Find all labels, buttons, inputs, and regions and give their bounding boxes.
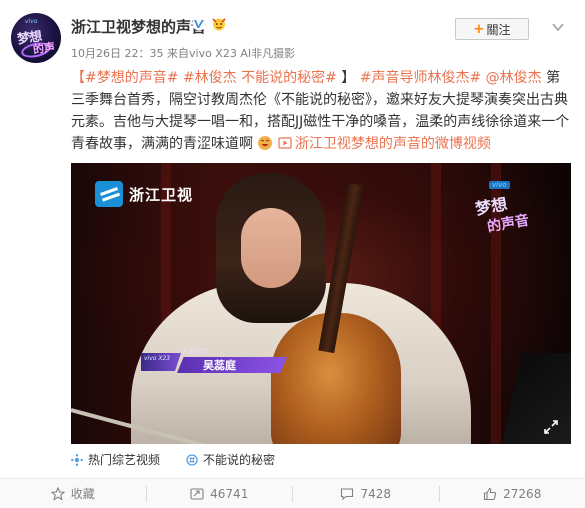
expand-icon[interactable] <box>543 419 559 435</box>
comment-icon <box>341 487 354 500</box>
video-player[interactable]: 浙江卫视 vivo 梦想 的声音 vivo X23 大提琴手 吴蕊庭 <box>71 163 571 444</box>
like-count: 27268 <box>503 486 542 501</box>
post-meta: 10月26日 22：35 来自vivo X23 AI非凡摄影 <box>71 45 295 61</box>
avatar-vivo-mark: vivo <box>25 18 38 25</box>
hot-tag-icon <box>71 453 83 466</box>
topic-tag-icon <box>186 453 198 466</box>
favorite-button[interactable]: 收藏 <box>0 485 147 502</box>
show-logo: vivo 梦想 的声音 <box>474 181 535 243</box>
avatar[interactable]: vivo 梦想 的声 <box>11 13 61 63</box>
topic-link-secret[interactable]: #林俊杰 不能说的秘密# <box>183 70 337 86</box>
bracket-end: 】 <box>341 70 356 86</box>
timestamp[interactable]: 10月26日 22：35 <box>71 47 164 60</box>
channel-logo-icon <box>95 181 123 207</box>
topic-link-dream-voice[interactable]: 【#梦想的声音# <box>71 70 178 86</box>
member-emoji-icon <box>212 18 226 31</box>
repost-button[interactable]: 46741 <box>147 485 293 502</box>
laugh-emoji-icon <box>258 136 273 150</box>
channel-name: 浙江卫视 <box>129 185 194 204</box>
comment-count: 7428 <box>360 486 392 501</box>
repost-icon <box>190 487 204 500</box>
name-plate-sponsor: vivo X23 <box>144 355 171 362</box>
tag-topic-secret[interactable]: 不能说的秘密 <box>186 451 275 468</box>
tag-label: 不能说的秘密 <box>203 453 276 467</box>
name-plate: vivo X23 大提琴手 吴蕊庭 <box>141 345 291 377</box>
mention-link[interactable]: @林俊杰 <box>486 70 542 86</box>
name-plate-person: 吴蕊庭 <box>203 359 236 372</box>
weibo-post-card: vivo 梦想 的声 浙江卫视梦想的声音 + 關注 10月26日 22：35 来… <box>0 0 585 508</box>
show-logo-vivo: vivo <box>489 181 510 189</box>
post-text: 【#梦想的声音# #林俊杰 不能说的秘密# 】 #声音导师林俊杰# @林俊杰 第… <box>71 67 571 155</box>
star-icon <box>50 486 65 501</box>
avatar-logo-text-b: 的声 <box>32 40 56 57</box>
video-link[interactable]: 浙江卫视梦想的声音的微博视频 <box>278 136 491 152</box>
favorite-label: 收藏 <box>70 487 95 501</box>
verified-icon <box>192 17 206 31</box>
repost-count: 46741 <box>210 486 249 501</box>
tag-label: 热门综艺视频 <box>88 453 161 467</box>
user-name[interactable]: 浙江卫视梦想的声音 <box>71 16 206 37</box>
post-source: 来自vivo X23 AI非凡摄影 <box>167 47 296 60</box>
topic-link-mentor[interactable]: #声音导师林俊杰# <box>360 70 481 86</box>
tag-hot-variety[interactable]: 热门综艺视频 <box>71 451 160 468</box>
chevron-down-icon[interactable] <box>552 22 564 32</box>
name-plate-title: 大提琴手 <box>181 348 209 356</box>
channel-logo: 浙江卫视 <box>95 181 193 207</box>
video-link-icon <box>278 137 292 149</box>
comment-button[interactable]: 7428 <box>293 485 440 502</box>
follow-button[interactable]: + 關注 <box>455 18 529 40</box>
post-tags: 热门综艺视频 不能说的秘密 <box>71 451 301 468</box>
action-bar: 收藏 46741 7428 27268 <box>0 478 585 508</box>
plus-icon: + <box>473 21 485 37</box>
like-button[interactable]: 27268 <box>440 486 585 502</box>
follow-label: 關注 <box>486 22 511 37</box>
thumbs-up-icon <box>484 487 497 500</box>
performer-face <box>241 208 301 288</box>
video-link-label: 浙江卫视梦想的声音的微博视频 <box>294 136 491 152</box>
